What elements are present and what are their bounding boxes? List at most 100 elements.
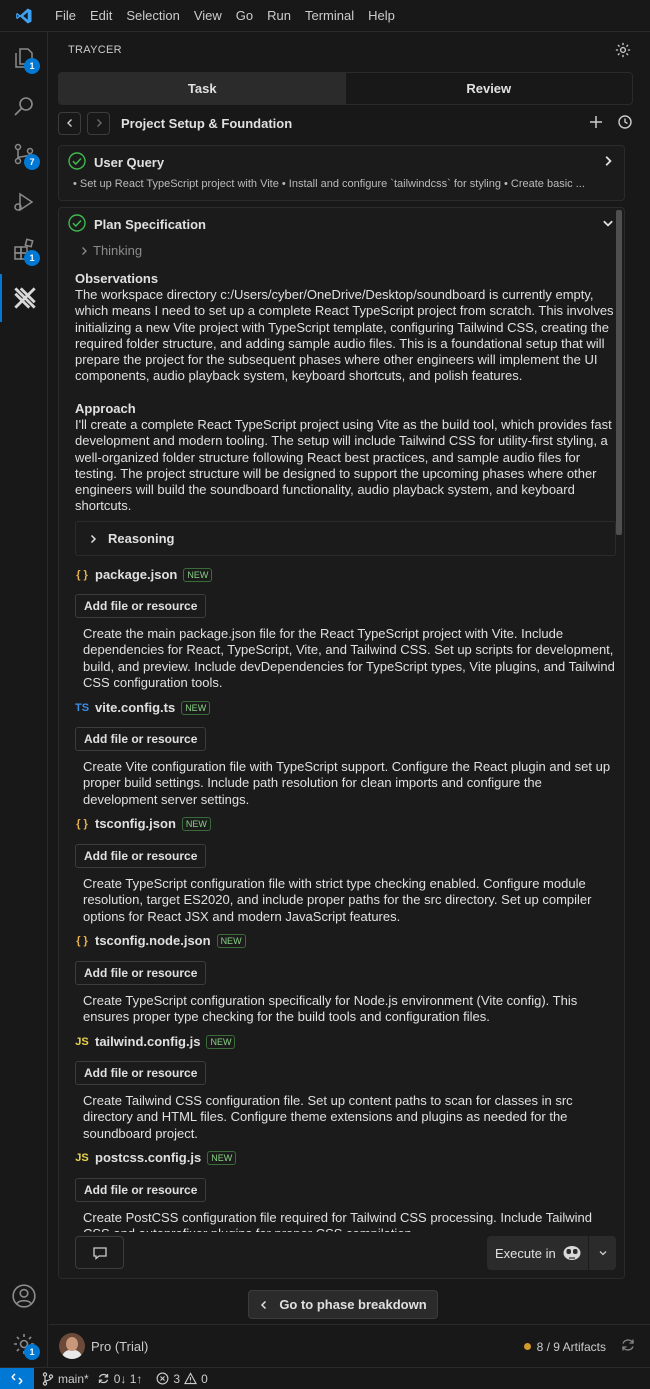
execute-in-button[interactable]: Execute in (487, 1236, 616, 1270)
plan-header[interactable]: Plan Specification (59, 208, 624, 240)
settings-badge: 1 (24, 1344, 40, 1360)
add-file-or-resource-button[interactable]: Add file or resource (75, 1178, 207, 1202)
refresh-icon[interactable] (620, 1337, 636, 1356)
warning-icon (184, 1372, 198, 1385)
explorer-icon[interactable]: 1 (0, 34, 48, 82)
settings-gear-icon[interactable] (614, 41, 632, 62)
new-badge: NEW (183, 567, 213, 582)
add-file-or-resource-button[interactable]: Add file or resource (75, 844, 207, 868)
new-badge: NEW (216, 933, 246, 948)
add-file-or-resource-button[interactable]: Add file or resource (75, 727, 207, 751)
file-item[interactable]: { } tsconfig.json NEW (75, 816, 211, 831)
thinking-label: Thinking (93, 243, 143, 258)
javascript-file-icon: JS (75, 1035, 89, 1048)
chevron-right-icon (90, 534, 97, 543)
execute-label: Execute in (495, 1245, 556, 1261)
observations-heading: Observations (75, 271, 159, 286)
add-file-or-resource-button[interactable]: Add file or resource (75, 594, 207, 618)
file-name: tsconfig.node.json (95, 933, 211, 948)
reasoning-label: Reasoning (108, 531, 175, 546)
file-name: vite.config.ts (95, 700, 176, 715)
traycer-panel: TRAYCER Task Review Project Setup & Foun… (49, 32, 650, 1367)
branch-indicator[interactable]: main* (42, 1372, 89, 1386)
javascript-file-icon: JS (75, 1151, 89, 1164)
chevron-down-icon[interactable] (602, 217, 614, 232)
problems-indicator[interactable]: 3 0 (156, 1372, 208, 1386)
branch-name: main* (58, 1371, 89, 1386)
typescript-file-icon: TS (75, 701, 90, 714)
chevron-left-icon (66, 119, 72, 127)
approach-text: I'll create a complete React TypeScript … (75, 417, 612, 514)
observations-text: The workspace directory c:/Users/cyber/O… (75, 287, 614, 384)
phase-nav: Project Setup & Foundation (58, 111, 633, 135)
search-icon[interactable] (0, 82, 48, 130)
file-name: tsconfig.json (95, 816, 176, 831)
history-icon[interactable] (617, 114, 633, 133)
traycer-icon[interactable] (0, 274, 48, 322)
approach-heading: Approach (75, 401, 136, 416)
json-file-icon: { } (76, 568, 88, 581)
menu-run[interactable]: Run (260, 0, 298, 32)
user-query-header[interactable]: User Query (59, 146, 624, 178)
file-item[interactable]: { } tsconfig.node.json NEW (75, 933, 246, 948)
artifacts-count: 8 / 9 Artifacts (536, 1339, 606, 1354)
add-file-or-resource-button[interactable]: Add file or resource (75, 961, 207, 985)
chevron-right-icon (96, 119, 102, 127)
chevron-right-icon (82, 246, 87, 255)
file-description: Create Tailwind CSS configuration file. … (83, 1093, 573, 1141)
menu-selection[interactable]: Selection (119, 0, 186, 32)
sync-indicator[interactable]: 0↓ 1↑ (97, 1372, 142, 1386)
menu-go[interactable]: Go (229, 0, 260, 32)
reasoning-toggle[interactable]: Reasoning (75, 521, 616, 556)
account-bar: Pro (Trial) 8 / 9 Artifacts (49, 1324, 650, 1367)
plan-specification-card: Plan Specification Thinking Observations… (58, 207, 625, 1279)
manage-gear-icon[interactable]: 1 (0, 1320, 48, 1368)
plan-footer: Execute in (59, 1232, 624, 1278)
extensions-icon[interactable]: 1 (0, 226, 48, 274)
chat-icon (92, 1246, 107, 1260)
file-item[interactable]: JS postcss.config.js NEW (75, 1150, 237, 1165)
file-description: Create TypeScript configuration file wit… (83, 876, 592, 924)
forward-button[interactable] (87, 111, 110, 135)
menu-edit[interactable]: Edit (83, 0, 119, 32)
git-branch-icon (42, 1371, 54, 1386)
menu-file[interactable]: File (48, 0, 83, 32)
file-item[interactable]: JS tailwind.config.js NEW (75, 1034, 236, 1049)
subscription-label: Pro (Trial) (91, 1338, 149, 1354)
avatar[interactable] (59, 1333, 85, 1359)
plan-title: Plan Specification (94, 216, 206, 232)
user-query-summary: • Set up React TypeScript project with V… (73, 178, 585, 190)
menu-terminal[interactable]: Terminal (298, 0, 361, 32)
back-button[interactable] (58, 111, 81, 135)
menu-help[interactable]: Help (361, 0, 402, 32)
user-query-card[interactable]: User Query • Set up React TypeScript pro… (58, 145, 625, 201)
file-name: tailwind.config.js (95, 1034, 201, 1049)
thinking-toggle[interactable]: Thinking (79, 243, 142, 258)
source-control-icon[interactable]: 7 (0, 130, 48, 178)
tab-review[interactable]: Review (346, 73, 633, 104)
remote-indicator-icon[interactable] (0, 1367, 34, 1389)
chevron-right-icon[interactable] (602, 155, 614, 170)
go-to-phase-breakdown-button[interactable]: Go to phase breakdown (248, 1290, 438, 1319)
run-debug-icon[interactable] (0, 178, 48, 226)
panel-title: TRAYCER (68, 44, 122, 56)
phase-title: Project Setup & Foundation (121, 115, 293, 131)
file-name: postcss.config.js (95, 1150, 202, 1165)
add-file-or-resource-button[interactable]: Add file or resource (75, 1061, 207, 1085)
new-badge: NEW (207, 1150, 237, 1165)
add-icon[interactable] (589, 115, 603, 132)
tab-task[interactable]: Task (59, 73, 346, 104)
account-icon[interactable] (0, 1272, 48, 1320)
chat-button[interactable] (75, 1236, 124, 1269)
file-description: Create Vite configuration file with Type… (83, 759, 611, 807)
plan-scrollbar[interactable] (616, 210, 622, 535)
menu-view[interactable]: View (187, 0, 229, 32)
new-badge: NEW (206, 1034, 236, 1049)
check-circle-icon (68, 213, 86, 235)
status-dot (523, 1343, 531, 1350)
scm-badge: 7 (24, 154, 40, 170)
file-name: package.json (95, 567, 178, 582)
execute-options-dropdown[interactable] (588, 1236, 616, 1270)
file-item[interactable]: TS vite.config.ts NEW (75, 700, 211, 715)
file-item[interactable]: { } package.json NEW (75, 567, 213, 582)
